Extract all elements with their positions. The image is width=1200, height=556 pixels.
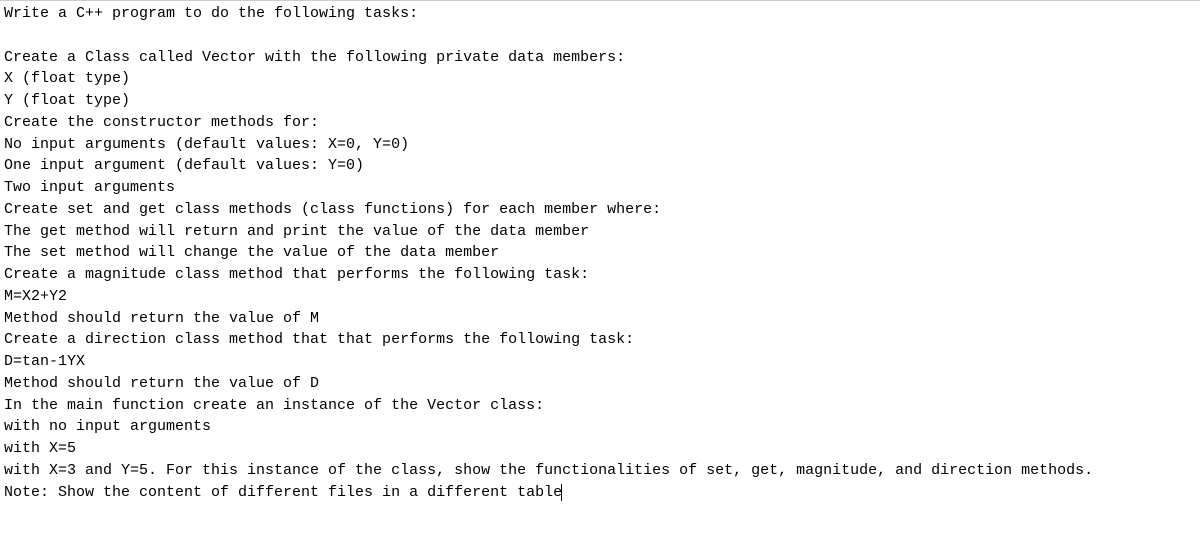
document-line: with X=3 and Y=5. For this instance of t…: [4, 460, 1196, 482]
document-line: The set method will change the value of …: [4, 242, 1196, 264]
document-line: Create the constructor methods for:: [4, 112, 1196, 134]
document-line: Two input arguments: [4, 177, 1196, 199]
document-text-area[interactable]: Write a C++ program to do the following …: [4, 3, 1196, 503]
document-line: In the main function create an instance …: [4, 395, 1196, 417]
document-line: with no input arguments: [4, 416, 1196, 438]
text-caret: [561, 484, 562, 501]
document-line: Y (float type): [4, 90, 1196, 112]
document-line: [4, 25, 1196, 47]
document-line: The get method will return and print the…: [4, 221, 1196, 243]
document-line: Note: Show the content of different file…: [4, 482, 1196, 504]
document-line: with X=5: [4, 438, 1196, 460]
document-line: Create set and get class methods (class …: [4, 199, 1196, 221]
document-line: Method should return the value of M: [4, 308, 1196, 330]
document-line: No input arguments (default values: X=0,…: [4, 134, 1196, 156]
document-line: Create a Class called Vector with the fo…: [4, 47, 1196, 69]
document-line: One input argument (default values: Y=0): [4, 155, 1196, 177]
document-line: X (float type): [4, 68, 1196, 90]
document-line: Create a direction class method that tha…: [4, 329, 1196, 351]
document-line: Create a magnitude class method that per…: [4, 264, 1196, 286]
document-line: Method should return the value of D: [4, 373, 1196, 395]
document-line: M=X2+Y2: [4, 286, 1196, 308]
document-line: D=tan-1YX: [4, 351, 1196, 373]
document-line: Write a C++ program to do the following …: [4, 3, 1196, 25]
